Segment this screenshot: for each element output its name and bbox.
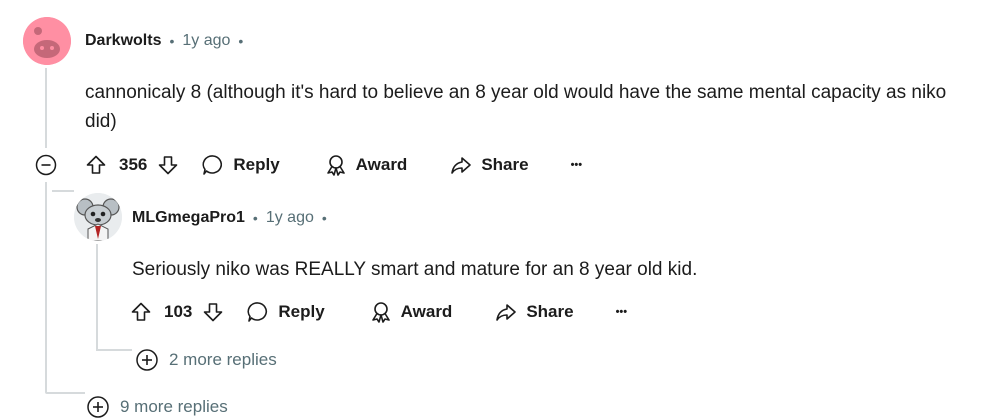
thread-line-reply xyxy=(96,244,98,349)
avatar[interactable] xyxy=(74,193,122,241)
award-icon xyxy=(326,155,345,176)
arrow-down-icon xyxy=(204,303,223,322)
reply-header: MLGmegaPro1 • 1y ago • xyxy=(132,209,327,227)
thread-line-reply-connector xyxy=(52,190,74,192)
more-replies-label: 2 more replies xyxy=(169,350,277,369)
comment-header: Darkwolts • 1y ago • xyxy=(85,32,243,50)
reply-actions: 103 Reply Award Share ••• xyxy=(130,299,627,325)
thread-line-main-lower xyxy=(45,182,47,392)
thread-line-reply-branch xyxy=(96,349,132,351)
comment-age[interactable]: 1y ago xyxy=(182,32,230,50)
reply-age[interactable]: 1y ago xyxy=(266,209,314,227)
separator-dot: • xyxy=(169,33,175,49)
share-icon xyxy=(451,157,472,174)
arrow-up-icon xyxy=(131,302,151,321)
reply-body: Seriously niko was REALLY smart and matu… xyxy=(132,259,698,280)
reply-button[interactable]: Reply xyxy=(246,300,325,324)
more-replies-button[interactable]: 2 more replies xyxy=(135,348,277,372)
award-icon xyxy=(371,302,390,323)
award-label: Award xyxy=(355,155,408,174)
reply-label: Reply xyxy=(233,155,280,174)
upvote-button[interactable] xyxy=(85,154,107,176)
share-label: Share xyxy=(526,302,574,321)
collapse-button[interactable] xyxy=(35,154,57,176)
award-label: Award xyxy=(400,302,453,321)
avatar[interactable] xyxy=(23,17,71,65)
share-button[interactable]: Share xyxy=(449,153,529,177)
award-button[interactable]: Award xyxy=(369,300,453,324)
arrow-up-icon xyxy=(86,155,106,174)
speech-bubble-icon xyxy=(202,155,223,175)
comment-author[interactable]: Darkwolts xyxy=(85,32,161,50)
thread-line-main xyxy=(45,68,47,148)
speech-bubble-icon xyxy=(247,302,268,322)
arrow-down-icon xyxy=(159,156,178,175)
snoo-avatar-icon xyxy=(23,17,71,65)
thread-line-branch xyxy=(45,392,85,394)
reply-label: Reply xyxy=(278,302,325,321)
plus-circle-icon xyxy=(87,396,109,418)
share-label: Share xyxy=(481,155,529,174)
share-icon xyxy=(496,304,517,321)
reply-author[interactable]: MLGmegaPro1 xyxy=(132,209,245,227)
award-button[interactable]: Award xyxy=(324,153,408,177)
vote-count: 103 xyxy=(164,302,193,321)
downvote-button[interactable] xyxy=(202,301,224,323)
plus-circle-icon xyxy=(136,349,158,371)
downvote-button[interactable] xyxy=(157,154,179,176)
comment-actions: 356 Reply Award Share ••• xyxy=(85,152,582,178)
mouse-avatar-icon xyxy=(74,193,122,241)
separator-dot: • xyxy=(252,210,258,226)
vote-count: 356 xyxy=(119,155,148,174)
upvote-button[interactable] xyxy=(130,301,152,323)
more-replies-label: 9 more replies xyxy=(120,397,228,416)
more-options-button[interactable]: ••• xyxy=(616,306,628,318)
reply-button[interactable]: Reply xyxy=(201,153,280,177)
more-options-button[interactable]: ••• xyxy=(571,159,583,171)
more-replies-button[interactable]: 9 more replies xyxy=(86,395,228,419)
separator-dot: • xyxy=(321,210,327,226)
comment-body: cannonicaly 8 (although it's hard to bel… xyxy=(85,82,947,132)
separator-dot: • xyxy=(238,33,244,49)
minus-circle-icon xyxy=(35,154,57,176)
share-button[interactable]: Share xyxy=(494,300,574,324)
